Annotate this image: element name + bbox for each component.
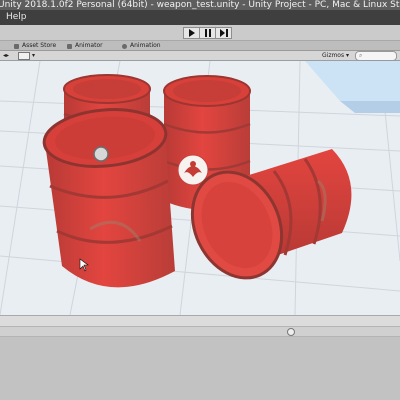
animator-icon [67,43,72,49]
asset-store-icon [14,43,19,49]
window-titlebar: Unity 2018.1.0f2 Personal (64bit) - weap… [0,0,400,10]
tab-animator[interactable]: Animator [67,42,103,50]
editor-tab-strip: Asset Store Animator Animation [0,41,400,51]
scene-viewport[interactable] [0,61,400,315]
tab-label: Asset Store [22,42,57,49]
play-button[interactable] [183,27,200,39]
animation-icon [122,43,127,49]
zoom-slider-handle[interactable] [287,328,295,336]
step-icon [219,29,228,37]
main-toolbar [0,25,400,41]
play-icon [188,29,195,37]
menu-item-help[interactable]: Help [6,10,27,25]
gizmos-dropdown[interactable]: Gizmos ▾ [322,52,349,59]
pause-button[interactable] [199,27,216,39]
scene-nav-arrows[interactable]: ◂▸ [3,52,9,59]
tab-animation[interactable]: Animation [122,42,161,50]
gizmos-label: Gizmos [322,52,345,59]
draw-mode-dropdown[interactable] [18,52,30,60]
tab-label: Animation [130,42,161,49]
panel-divider[interactable] [0,315,400,326]
playback-controls [183,27,237,39]
window-title: Unity 2018.1.0f2 Personal (64bit) - weap… [0,0,400,10]
search-icon: ⌕ [359,52,363,59]
menu-bar: Help [0,10,400,25]
step-button[interactable] [215,27,232,39]
tab-label: Animator [75,42,103,49]
tab-asset-store[interactable]: Asset Store [14,42,56,50]
scene-render [0,61,400,315]
pause-icon [204,29,211,37]
barrel-front [42,108,175,288]
bottom-panel [0,345,400,400]
scene-view-toolbar: ◂▸ ▾ Gizmos ▾ ⌕ [0,51,400,61]
chevron-down-icon[interactable]: ▾ [32,52,35,59]
barrel-bung-cap [93,146,109,162]
timeline-strip[interactable] [0,326,400,337]
